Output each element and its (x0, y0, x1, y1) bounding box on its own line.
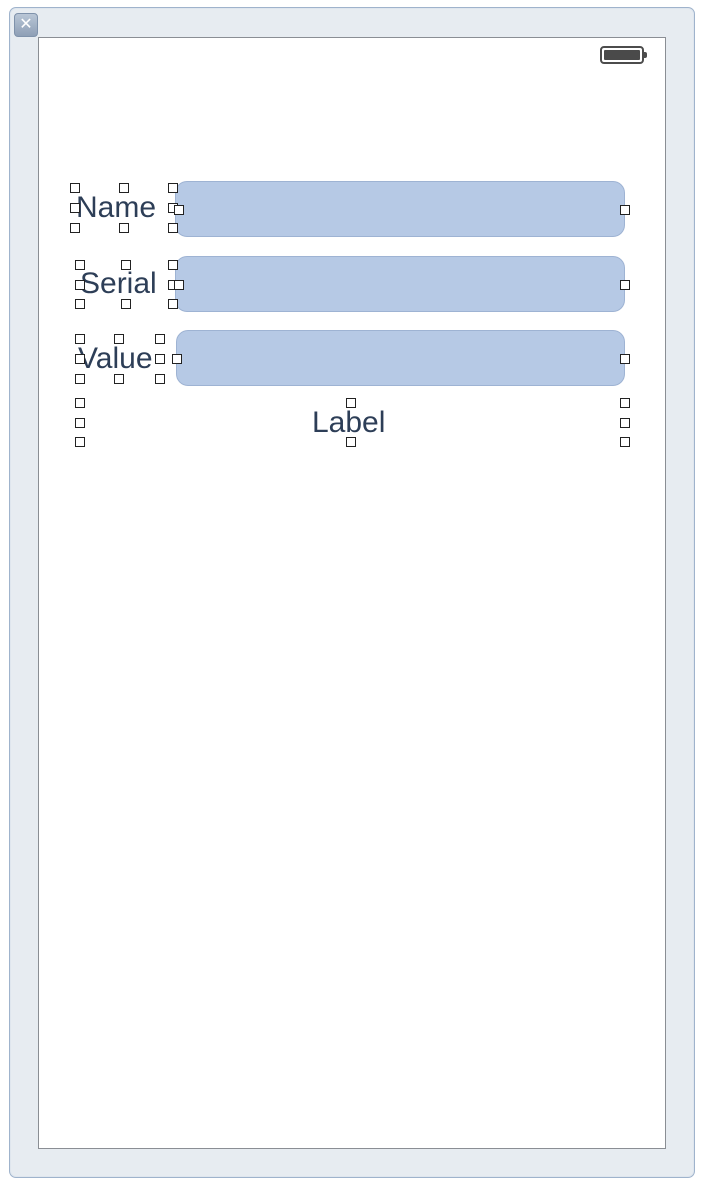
selection-handle[interactable] (168, 183, 178, 193)
selection-handle[interactable] (114, 334, 124, 344)
selection-handle[interactable] (620, 205, 630, 215)
selection-handle[interactable] (70, 223, 80, 233)
selection-handle[interactable] (121, 260, 131, 270)
selection-handle[interactable] (155, 334, 165, 344)
selection-handle[interactable] (620, 280, 630, 290)
selection-handle[interactable] (620, 437, 630, 447)
serial-text-field[interactable] (175, 256, 625, 312)
selection-handle[interactable] (155, 374, 165, 384)
selection-handle[interactable] (75, 374, 85, 384)
selection-handle[interactable] (75, 418, 85, 428)
selection-handle[interactable] (174, 205, 184, 215)
battery-nub (644, 52, 647, 58)
selection-handle[interactable] (174, 280, 184, 290)
name-label[interactable]: Name (76, 190, 156, 226)
value-label[interactable]: Value (78, 341, 153, 377)
selection-handle[interactable] (155, 354, 165, 364)
selection-handle[interactable] (168, 299, 178, 309)
selection-handle[interactable] (75, 354, 85, 364)
close-icon[interactable]: ✕ (14, 13, 38, 37)
selection-handle[interactable] (620, 398, 630, 408)
selection-handle[interactable] (75, 437, 85, 447)
selection-handle[interactable] (172, 354, 182, 364)
output-label[interactable]: Label (312, 405, 385, 441)
selection-handle[interactable] (620, 354, 630, 364)
selection-handle[interactable] (168, 223, 178, 233)
selection-handle[interactable] (620, 418, 630, 428)
selection-handle[interactable] (75, 260, 85, 270)
selection-handle[interactable] (70, 203, 80, 213)
selection-handle[interactable] (75, 334, 85, 344)
selection-handle[interactable] (346, 398, 356, 408)
selection-handle[interactable] (168, 260, 178, 270)
name-text-field[interactable] (175, 181, 625, 237)
selection-handle[interactable] (119, 183, 129, 193)
selection-handle[interactable] (75, 398, 85, 408)
selection-handle[interactable] (119, 223, 129, 233)
selection-handle[interactable] (70, 183, 80, 193)
value-text-field[interactable] (176, 330, 625, 386)
battery-full-icon (600, 46, 647, 64)
selection-handle[interactable] (75, 299, 85, 309)
selection-handle[interactable] (346, 437, 356, 447)
selection-handle[interactable] (114, 374, 124, 384)
selection-handle[interactable] (121, 299, 131, 309)
serial-label[interactable]: Serial (80, 266, 157, 302)
battery-level (604, 50, 640, 60)
selection-handle[interactable] (75, 280, 85, 290)
